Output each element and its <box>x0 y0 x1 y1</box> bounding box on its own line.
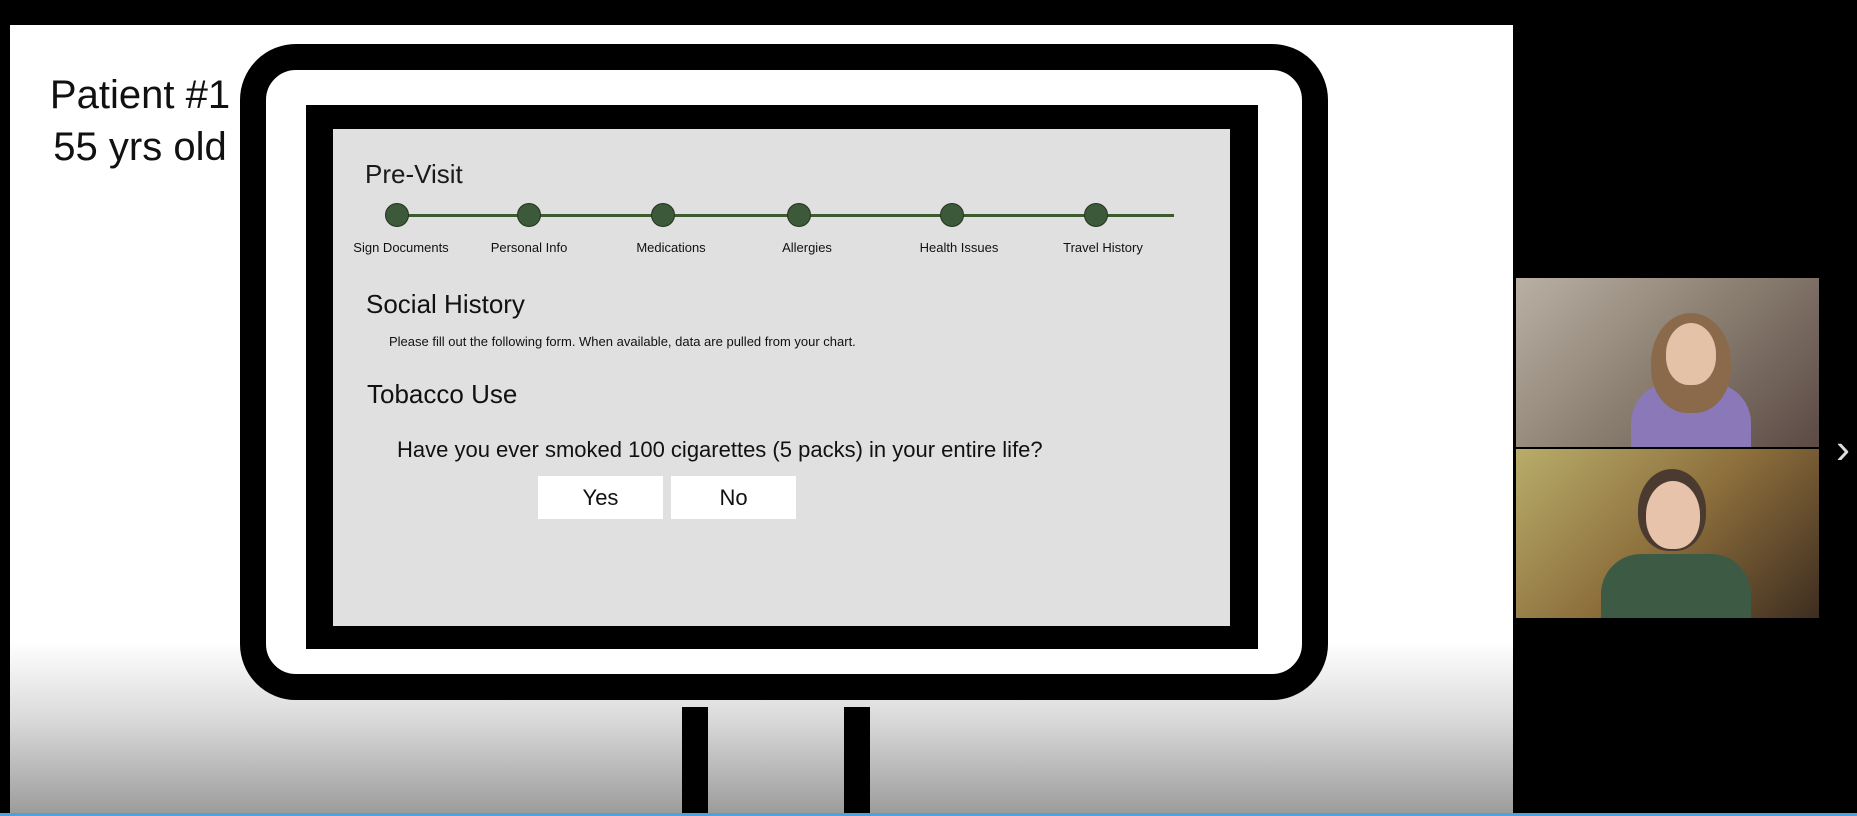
participant-video-1[interactable] <box>1516 278 1819 447</box>
step-label-allergies[interactable]: Allergies <box>782 240 832 255</box>
step-dot-personal-info[interactable] <box>517 203 541 227</box>
step-dot-medications[interactable] <box>651 203 675 227</box>
patient-age: 55 yrs old <box>53 125 227 169</box>
step-dot-allergies[interactable] <box>787 203 811 227</box>
chevron-right-icon[interactable]: › <box>1836 428 1850 470</box>
section-description: Please fill out the following form. When… <box>389 334 856 349</box>
step-label-personal-info[interactable]: Personal Info <box>491 240 568 255</box>
step-dot-travel-history[interactable] <box>1084 203 1108 227</box>
kiosk-screen: Pre-Visit Sign Documents Personal Info M… <box>333 129 1230 626</box>
kiosk-leg-right <box>844 707 870 816</box>
progress-track <box>387 214 1174 217</box>
patient-number: Patient #1 <box>49 73 231 117</box>
progress-title: Pre-Visit <box>365 159 463 189</box>
participant-2-face <box>1646 481 1700 549</box>
presentation-slide: Patient #1 55 yrs old Pre-Visit Sign Doc… <box>10 25 1513 816</box>
step-label-medications[interactable]: Medications <box>636 240 705 255</box>
section-title: Social History <box>366 289 525 319</box>
participant-video-2[interactable] <box>1516 449 1819 618</box>
no-button[interactable]: No <box>671 476 796 519</box>
step-label-travel-history[interactable]: Travel History <box>1063 240 1143 255</box>
patient-title: Patient #1 55 yrs old <box>30 69 250 173</box>
participant-1-face <box>1666 323 1716 385</box>
step-dot-sign-documents[interactable] <box>385 203 409 227</box>
yes-button[interactable]: Yes <box>538 476 663 519</box>
kiosk-leg-left <box>682 707 708 816</box>
subsection-title: Tobacco Use <box>367 379 518 409</box>
participant-2-body <box>1601 554 1751 618</box>
step-label-health-issues[interactable]: Health Issues <box>920 240 999 255</box>
step-label-sign-documents[interactable]: Sign Documents <box>353 240 448 255</box>
tobacco-question: Have you ever smoked 100 cigarettes (5 p… <box>397 437 1043 462</box>
step-dot-health-issues[interactable] <box>940 203 964 227</box>
